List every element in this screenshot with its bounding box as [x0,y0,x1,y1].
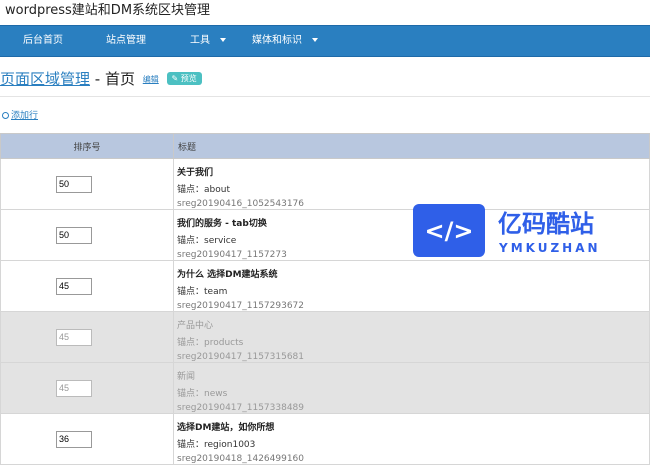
table-row: 选择DM建站，如你所想锚点：region1003 sreg20190418_142… [0,413,650,465]
row-title[interactable]: 选择DM建站，如你所想 [177,420,649,433]
table-row: 关于我们锚点：aboutsreg20190416_1052543176 [0,158,650,210]
anchor-value: region1003 [204,440,256,450]
row-anchor: 锚点：news [177,386,649,399]
anchor-label: 锚点： [177,440,205,450]
nav-media[interactable]: 媒体和标识 [252,26,318,56]
anchor-value: team [204,287,228,297]
watermark-logo: </> 亿码酷站 YMKUZHAN [413,204,601,257]
row-id: sreg20190418_1426499160 [177,454,305,464]
anchor-label: 锚点： [177,389,205,399]
row-title[interactable]: 新闻 [177,369,649,382]
order-cell [0,209,174,261]
row-title[interactable]: 产品中心 [177,318,649,331]
row-title[interactable]: 为什么 选择DM建站系统 [177,267,649,280]
order-cell [0,362,174,414]
page-title-link[interactable]: 页面区域管理 [0,70,90,88]
order-input[interactable] [56,430,92,448]
watermark-name: 亿码酷站 [498,210,594,238]
row-anchor: 锚点：team [177,284,649,297]
add-row-link[interactable]: 添加行 [2,108,38,121]
row-anchor: 锚点：products [177,335,649,348]
chevron-down-icon [312,38,318,42]
preview-button[interactable]: ✎ 预览 [166,72,202,85]
nav-home-label: 后台首页 [23,35,63,46]
col-title: 标题 [173,133,650,159]
anchor-value: products [204,338,244,348]
row-anchor: 锚点：about [177,182,649,195]
chevron-down-icon [220,38,226,42]
anchor-label: 锚点： [177,338,205,348]
order-input[interactable] [56,226,92,244]
title-cell: 产品中心锚点：products sreg20190417_1157315681 [173,311,650,363]
main-nav: 后台首页 站点管理 工具 媒体和标识 [0,25,650,57]
order-cell [0,260,174,312]
page-title: 页面区域管理 - 首页 编辑 ✎ 预览 [0,68,202,90]
title-cell: 关于我们 锚点：about sreg20190416_1052543176 [173,158,650,210]
title-cell: 选择DM建站，如你所想 锚点：region1003 sreg20190418_142… [173,413,650,465]
nav-site-management[interactable]: 站点管理 [106,26,146,56]
order-cell [0,311,174,363]
order-input[interactable] [56,328,92,346]
row-title[interactable]: 关于我们 [177,165,649,178]
col-title-label: 标题 [178,142,197,153]
order-cell [0,413,174,465]
region-table: 排序号 标题 关于我们锚点：aboutsreg20190416_10525431… [0,133,650,465]
row-anchor: 锚点：region1003 [177,437,649,450]
nav-media-label: 媒体和标识 [252,35,302,46]
plus-circle-icon [2,112,9,119]
anchor-label: 锚点： [177,287,205,297]
app-title: wordpress建站和DM系统区块管理 [5,3,211,18]
svg-text:</>: </> [425,217,474,245]
table-row: 新闻锚点：news sreg20190417_1157338489 [0,362,650,414]
nav-tools-label: 工具 [190,35,210,46]
row-id: sreg20190417_1157315681 [177,352,305,362]
page-title-suffix: - 首页 [90,70,135,88]
table-row: 为什么 选择DM建站系统锚点：team sreg20190417_11572936… [0,260,650,312]
row-id: sreg20190417_1157293672 [177,301,305,311]
anchor-value: news [204,389,228,399]
edit-link[interactable]: 编辑 [143,75,159,84]
table-row: 产品中心锚点：products sreg20190417_1157315681 [0,311,650,363]
row-id: sreg20190417_1157338489 [177,403,305,413]
link-icon: ✎ [171,74,179,83]
anchor-label: 锚点： [177,185,205,195]
preview-label: 预览 [180,74,197,83]
nav-tools[interactable]: 工具 [190,26,226,56]
nav-home[interactable]: 后台首页 [23,26,63,56]
watermark-pinyin: YMKUZHAN [498,241,601,255]
divider [0,96,650,97]
title-cell: 为什么 选择DM建站系统 锚点：team sreg20190417_11572936… [173,260,650,312]
order-cell [0,158,174,210]
anchor-value: about [204,185,230,195]
title-cell: 新闻锚点：news sreg20190417_1157338489 [173,362,650,414]
table-header-row: 排序号 标题 [0,133,650,159]
add-row-label: 添加行 [11,111,39,121]
order-input[interactable] [56,277,92,295]
col-order: 排序号 [0,133,174,159]
order-input[interactable] [56,379,92,397]
anchor-label: 锚点： [177,236,205,246]
nav-site-management-label: 站点管理 [106,35,146,46]
anchor-value: service [204,236,237,246]
order-input[interactable] [56,175,92,193]
